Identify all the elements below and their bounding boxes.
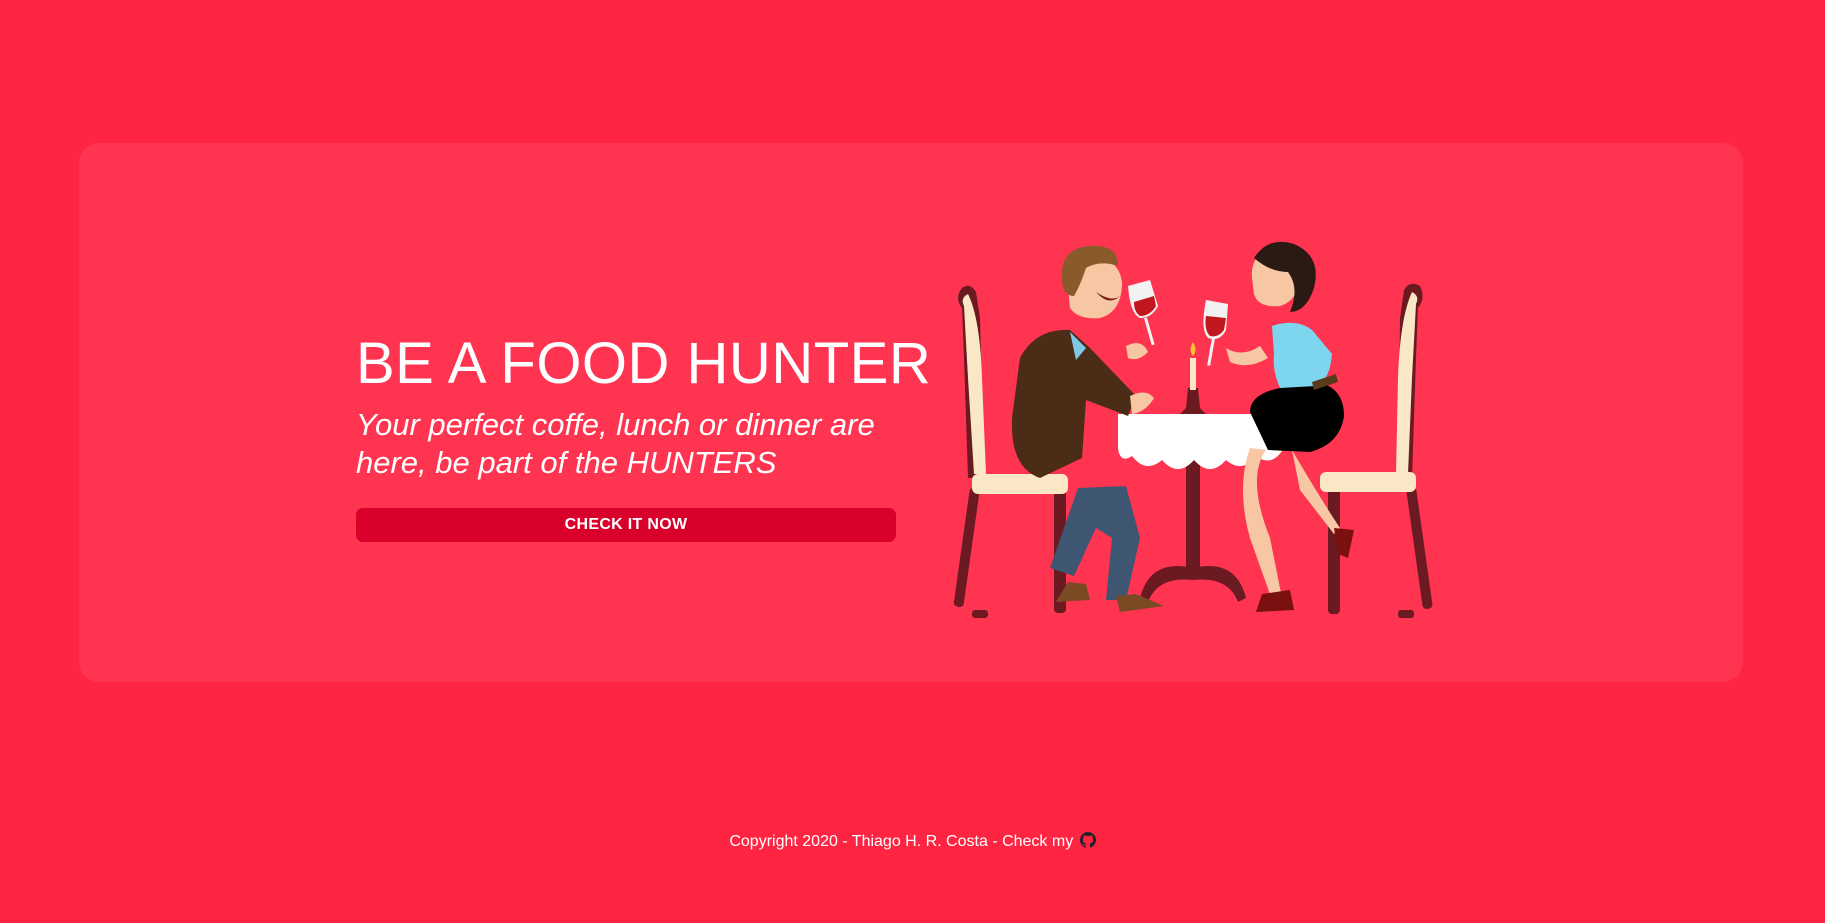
- footer: Copyright 2020 - Thiago H. R. Costa - Ch…: [0, 831, 1825, 853]
- wine-glass-left: [1128, 280, 1158, 346]
- couple-dining-illustration: [953, 241, 1433, 618]
- right-chair-seat: [1320, 472, 1416, 492]
- candle-flame: [1190, 342, 1196, 356]
- candle: [1190, 358, 1196, 390]
- left-chair-seat: [972, 474, 1068, 494]
- hero-card: [79, 143, 1743, 682]
- github-icon[interactable]: [1079, 832, 1096, 848]
- check-it-now-button[interactable]: CHECK IT NOW: [356, 508, 896, 542]
- hero-text-block: BE A FOOD HUNTER Your perfect coffe, lun…: [356, 328, 932, 482]
- hero-subtitle: Your perfect coffe, lunch or dinner are …: [356, 407, 875, 480]
- copyright-text: Copyright 2020 - Thiago H. R. Costa - Ch…: [729, 833, 1074, 850]
- wine-glass-right: [1203, 300, 1228, 366]
- hero-title: BE A FOOD HUNTER: [356, 331, 932, 396]
- right-chair: [1328, 283, 1433, 618]
